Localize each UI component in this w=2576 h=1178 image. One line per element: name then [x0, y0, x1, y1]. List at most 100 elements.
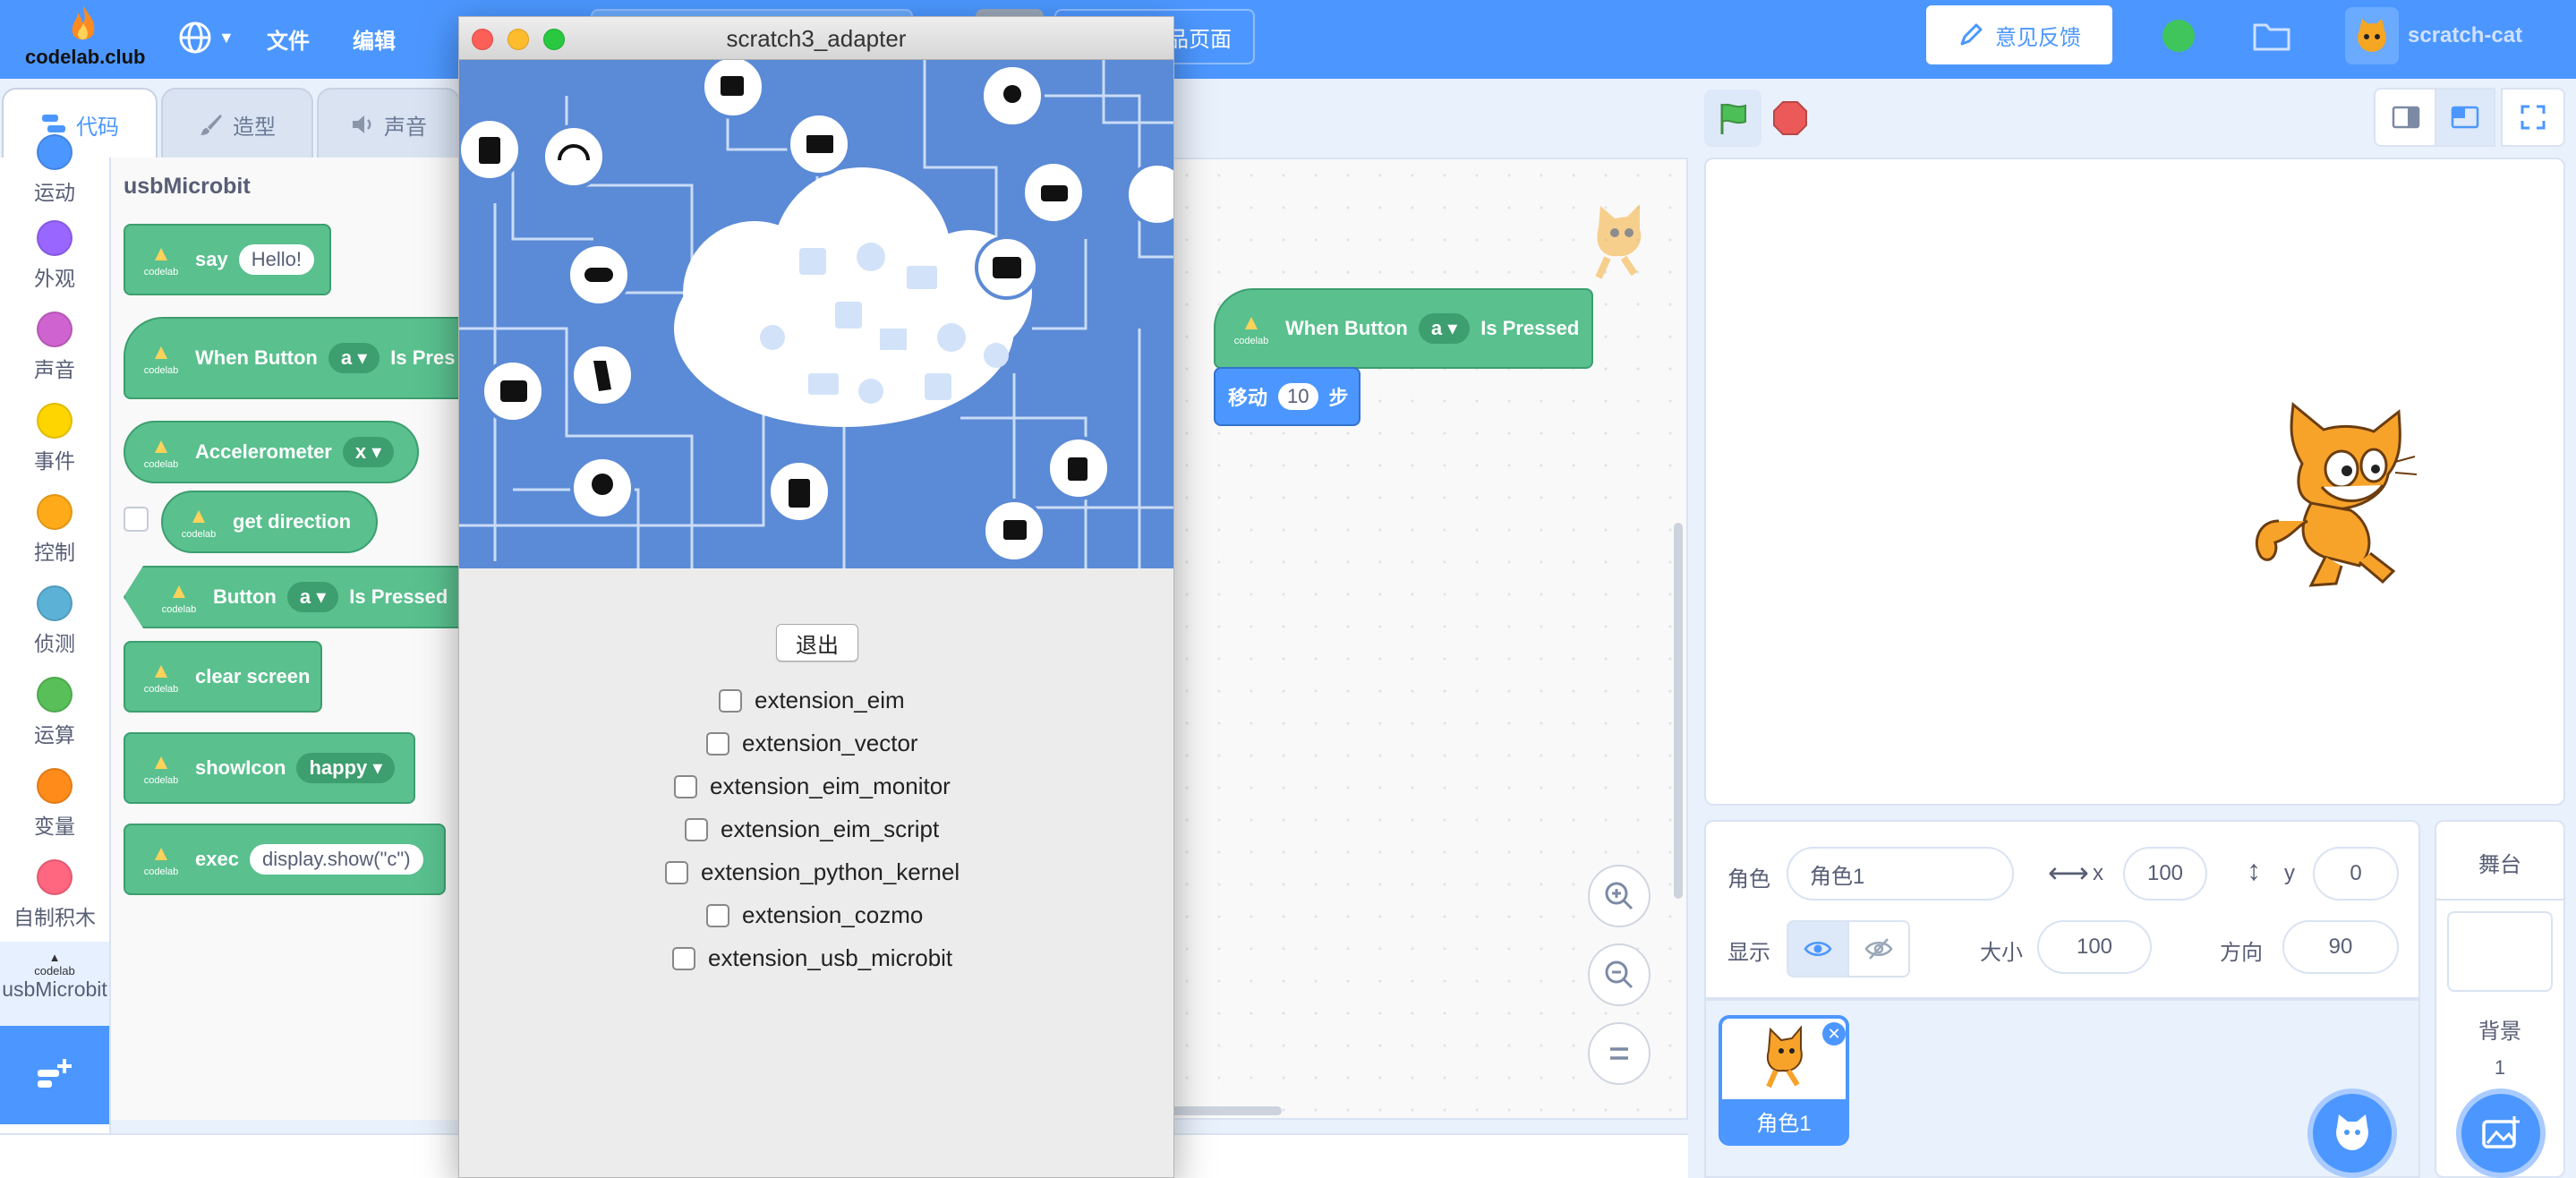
codelab-flame-icon: ▲ codelab — [1233, 311, 1269, 346]
checkbox-box[interactable] — [706, 903, 729, 927]
codelab-logo[interactable]: codelab.club — [25, 4, 146, 73]
axis-dropdown[interactable]: x ▾ — [342, 437, 395, 467]
category-control[interactable]: 控制 — [0, 494, 109, 566]
y-input[interactable]: 0 — [2313, 847, 2399, 901]
add-backdrop-button[interactable] — [2456, 1088, 2546, 1178]
block-label: When Button — [195, 346, 318, 369]
exit-button[interactable]: 退出 — [776, 624, 858, 662]
dialog-title: scratch3_adapter — [726, 25, 907, 52]
category-sensing[interactable]: 侦测 — [0, 585, 109, 657]
accelerometer-block[interactable]: ▲ codelab Accelerometer x ▾ — [124, 421, 419, 483]
extension-checkbox-vector[interactable]: extension_vector — [706, 730, 918, 757]
extension-checkbox-eim-script[interactable]: extension_eim_script — [685, 815, 939, 843]
sprite-tile[interactable]: ✕ 角色1 — [1719, 1015, 1849, 1146]
user-avatar[interactable] — [2345, 7, 2399, 64]
category-dot — [37, 494, 73, 530]
zoom-in-button[interactable] — [1588, 865, 1651, 927]
when-button-hat-block[interactable]: ▲ codelab When Button a ▾ Is Pres — [124, 317, 458, 399]
steps-input[interactable]: 10 — [1278, 383, 1318, 410]
feedback-button[interactable]: 意见反馈 — [1926, 5, 2112, 64]
clear-screen-block[interactable]: ▲ codelab clear screen — [124, 641, 322, 713]
fullscreen-button[interactable] — [2501, 88, 2565, 147]
username[interactable]: scratch-cat — [2408, 23, 2522, 48]
delete-sprite-button[interactable]: ✕ — [1822, 1022, 1846, 1046]
zoom-reset-button[interactable] — [1588, 1022, 1651, 1085]
size-input[interactable]: 100 — [2037, 920, 2152, 974]
show-visible-button[interactable] — [1787, 920, 1849, 977]
sprite-name-input[interactable]: 角色1 — [1787, 847, 2014, 901]
sprite-cat[interactable] — [2225, 387, 2422, 597]
flame-icon — [72, 5, 95, 40]
cloud-network-illustration — [459, 60, 1173, 568]
dialog-titlebar[interactable]: scratch3_adapter — [459, 17, 1173, 60]
maximize-window-button[interactable] — [543, 29, 565, 50]
language-menu[interactable]: ▼ — [177, 18, 240, 57]
add-extension-button[interactable] — [0, 1026, 109, 1124]
codelab-flame-icon: ▲ codelab — [181, 504, 217, 540]
tab-sounds[interactable]: 声音 — [317, 88, 460, 159]
stage-target-panel[interactable]: 舞台 背景 1 — [2435, 820, 2565, 1178]
zoom-out-button[interactable] — [1588, 943, 1651, 1006]
edit-menu[interactable]: 编辑 — [353, 23, 396, 55]
stage-canvas[interactable] — [1704, 158, 2565, 806]
show-icon-block[interactable]: ▲ codelab showIcon happy ▾ — [124, 732, 415, 804]
category-usbmicrobit[interactable]: ▲ codelab usbMicrobit — [0, 942, 109, 1026]
extension-checkbox-eim-monitor[interactable]: extension_eim_monitor — [674, 773, 951, 800]
extension-checkbox-usb-microbit[interactable]: extension_usb_microbit — [672, 944, 952, 972]
add-sprite-button[interactable] — [2307, 1088, 2397, 1178]
icon-dropdown[interactable]: happy ▾ — [296, 753, 396, 783]
small-stage-button[interactable] — [2374, 88, 2438, 147]
stage-divider — [2436, 899, 2563, 901]
large-stage-button[interactable] — [2435, 88, 2495, 147]
checkbox-box[interactable] — [672, 946, 695, 970]
x-input[interactable]: 100 — [2123, 847, 2207, 901]
category-looks[interactable]: 外观 — [0, 220, 109, 292]
checkbox-box[interactable] — [665, 860, 688, 884]
direction-input[interactable]: 90 — [2282, 920, 2399, 974]
file-menu[interactable]: 文件 — [267, 23, 310, 55]
folder-icon[interactable] — [2252, 20, 2291, 56]
exec-input[interactable]: display.show("c") — [249, 844, 423, 875]
category-variables[interactable]: 变量 — [0, 768, 109, 840]
vertical-scrollbar[interactable] — [1674, 523, 1683, 899]
green-flag-button[interactable] — [1704, 90, 1761, 147]
close-window-button[interactable] — [472, 29, 493, 50]
category-operators[interactable]: 运算 — [0, 677, 109, 748]
category-events[interactable]: 事件 — [0, 403, 109, 474]
extension-checkbox-python-kernel[interactable]: extension_python_kernel — [665, 858, 960, 886]
category-dot — [37, 585, 73, 621]
button-pressed-block[interactable]: ▲ codelab Button a ▾ Is Pressed — [124, 566, 458, 628]
backdrop-thumbnail[interactable] — [2447, 911, 2553, 992]
button-dropdown[interactable]: a ▾ — [1418, 313, 1471, 344]
x-value: 100 — [2146, 861, 2184, 885]
minimize-window-button[interactable] — [508, 29, 529, 50]
stop-button[interactable] — [1772, 100, 1808, 141]
checkbox-box[interactable] — [685, 817, 708, 841]
category-label: usbMicrobit — [2, 977, 107, 1001]
tab-costumes[interactable]: 造型 — [161, 88, 313, 159]
close-icon: ✕ — [1827, 1024, 1841, 1043]
checkbox-box[interactable] — [719, 688, 742, 713]
category-sound[interactable]: 声音 — [0, 312, 109, 383]
exec-block[interactable]: ▲ codelab exec display.show("c") — [124, 824, 446, 895]
move-steps-block[interactable]: 移动 10 步 — [1214, 367, 1361, 426]
logo-text: codelab.club — [25, 46, 146, 68]
say-block[interactable]: ▲ codelab say Hello! — [124, 224, 331, 295]
block-palette: usbMicrobit ▲ codelab say Hello! ▲ codelab… — [111, 158, 460, 1120]
extension-checkbox-eim[interactable]: extension_eim — [719, 687, 905, 714]
block-label: 移动 — [1228, 387, 1268, 409]
script-hat-block[interactable]: ▲ codelab When Button a ▾ Is Pressed — [1214, 288, 1593, 369]
category-my-blocks[interactable]: 自制积木 — [0, 859, 109, 931]
category-motion[interactable]: 运动 — [0, 134, 109, 206]
button-dropdown[interactable]: a ▾ — [328, 343, 380, 373]
button-dropdown[interactable]: a ▾ — [286, 582, 339, 612]
get-direction-checkbox[interactable] — [124, 507, 149, 532]
checkbox-box[interactable] — [706, 731, 729, 755]
extension-checkbox-cozmo[interactable]: extension_cozmo — [706, 901, 923, 929]
checkbox-box[interactable] — [674, 774, 697, 798]
show-hidden-button[interactable] — [1847, 920, 1910, 977]
code-icon — [42, 115, 65, 132]
get-direction-block[interactable]: ▲ codelab get direction — [161, 491, 378, 553]
say-input[interactable]: Hello! — [238, 244, 314, 275]
block-label: Accelerometer — [195, 440, 332, 463]
